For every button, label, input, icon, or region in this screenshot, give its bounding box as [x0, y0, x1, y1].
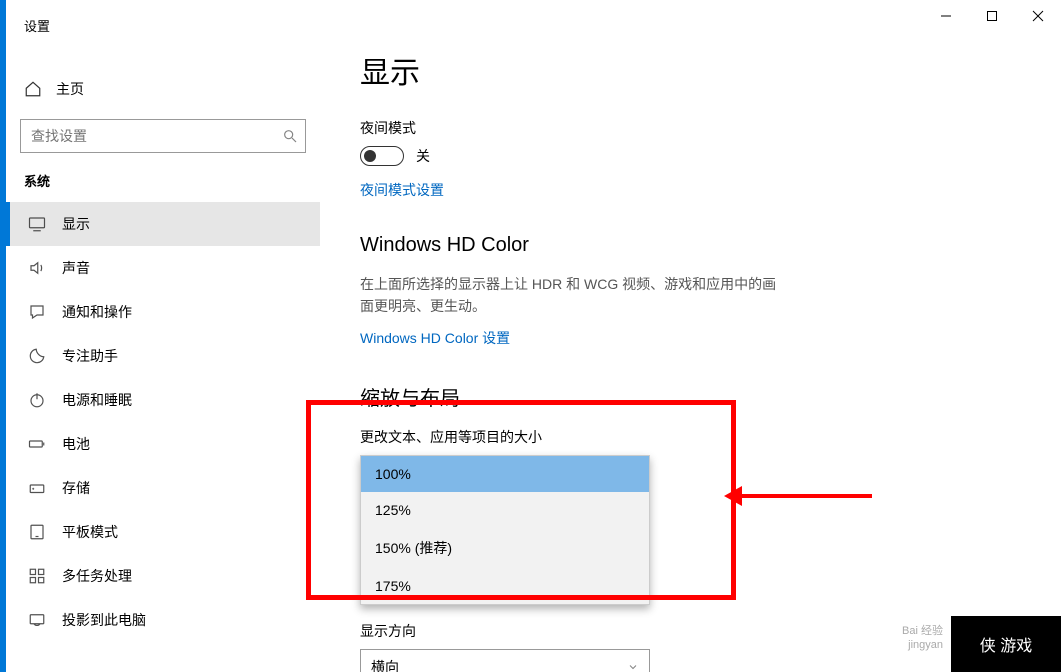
sidebar-item-label: 存储	[62, 478, 90, 498]
night-light-state: 关	[416, 146, 430, 166]
sidebar-item-label: 通知和操作	[62, 302, 132, 322]
sidebar-item-label: 平板模式	[62, 522, 118, 542]
night-light-toggle[interactable]	[360, 146, 404, 166]
content-area: 显示 夜间模式 关 夜间模式设置 Windows HD Color 在上面所选择…	[320, 0, 1061, 672]
tablet-mode-icon	[28, 523, 46, 541]
home-icon	[24, 80, 42, 98]
sidebar-item-label: 多任务处理	[62, 566, 132, 586]
window-title: 设置	[6, 12, 320, 39]
watermark-logo: 侠 游戏	[951, 616, 1061, 672]
annotation-arrow	[742, 494, 872, 498]
night-light-settings-link[interactable]: 夜间模式设置	[360, 180, 1021, 200]
storage-icon	[28, 479, 46, 497]
sidebar-item-projecting[interactable]: 投影到此电脑	[6, 598, 320, 642]
battery-icon	[28, 435, 46, 453]
multitasking-icon	[28, 567, 46, 585]
notifications-icon	[28, 303, 46, 321]
sidebar-item-label: 专注助手	[62, 346, 118, 366]
chevron-down-icon	[627, 661, 639, 672]
scale-option[interactable]: 175%	[361, 568, 649, 604]
sound-icon	[28, 259, 46, 277]
maximize-button[interactable]	[969, 0, 1015, 32]
night-light-label: 夜间模式	[360, 118, 1021, 138]
scale-label: 更改文本、应用等项目的大小	[360, 427, 1021, 447]
close-button[interactable]	[1015, 0, 1061, 32]
sidebar-item-storage[interactable]: 存储	[6, 466, 320, 510]
watermark: Bai 经验 jingyan xiayx.com 侠 游戏	[902, 616, 1061, 672]
home-label: 主页	[56, 79, 84, 99]
sidebar-item-power-sleep[interactable]: 电源和睡眠	[6, 378, 320, 422]
sidebar-item-focus-assist[interactable]: 专注助手	[6, 334, 320, 378]
sidebar-item-label: 显示	[62, 214, 90, 234]
hd-color-description: 在上面所选择的显示器上让 HDR 和 WCG 视频、游戏和应用中的画面更明亮、更…	[360, 273, 790, 318]
sidebar-group-title: 系统	[6, 153, 320, 202]
focus-assist-icon	[28, 347, 46, 365]
sidebar-item-label: 电池	[62, 434, 90, 454]
scale-layout-heading: 缩放与布局	[360, 382, 1021, 411]
scale-option[interactable]: 150% (推荐)	[361, 528, 649, 568]
sidebar-item-notifications[interactable]: 通知和操作	[6, 290, 320, 334]
watermark-text: Bai 经验 jingyan	[902, 624, 943, 653]
home-button[interactable]: 主页	[6, 69, 320, 109]
hd-color-settings-link[interactable]: Windows HD Color 设置	[360, 328, 1021, 348]
minimize-button[interactable]	[923, 0, 969, 32]
display-icon	[28, 215, 46, 233]
scale-option[interactable]: 125%	[361, 492, 649, 528]
sidebar-item-sound[interactable]: 声音	[6, 246, 320, 290]
orientation-select[interactable]: 横向	[360, 649, 650, 672]
sidebar: 设置 主页 系统 显示声音通知和操作专注助手电源和睡眠电池存储平板模式多任务处理…	[6, 0, 320, 672]
toggle-knob	[364, 150, 376, 162]
hd-color-heading: Windows HD Color	[360, 234, 1021, 257]
sidebar-item-battery[interactable]: 电池	[6, 422, 320, 466]
projecting-icon	[28, 611, 46, 629]
orientation-value: 横向	[371, 657, 399, 672]
sidebar-item-label: 声音	[62, 258, 90, 278]
page-title: 显示	[360, 48, 1021, 92]
search-input[interactable]	[20, 119, 306, 153]
power-sleep-icon	[28, 391, 46, 409]
sidebar-item-label: 投影到此电脑	[62, 610, 146, 630]
sidebar-item-tablet-mode[interactable]: 平板模式	[6, 510, 320, 554]
search-icon	[282, 128, 298, 144]
scale-option[interactable]: 100%	[361, 456, 649, 492]
sidebar-item-label: 电源和睡眠	[62, 390, 132, 410]
scale-dropdown[interactable]: 100%125%150% (推荐)175%	[360, 455, 650, 605]
sidebar-item-multitasking[interactable]: 多任务处理	[6, 554, 320, 598]
sidebar-item-display[interactable]: 显示	[6, 202, 320, 246]
